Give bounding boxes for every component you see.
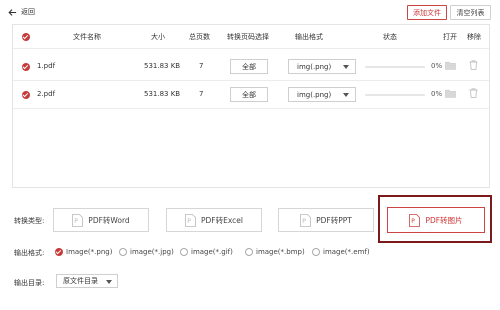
progress-bar bbox=[365, 66, 425, 68]
output-format-label: 输出格式: bbox=[14, 249, 45, 257]
folder-icon[interactable] bbox=[445, 89, 456, 98]
pdf-to-image-button[interactable]: P PDF转图片 bbox=[387, 207, 485, 233]
format-radio-jpg[interactable]: image(*.jpg) bbox=[119, 248, 174, 256]
row-checkbox[interactable] bbox=[22, 91, 30, 99]
chevron-down-icon bbox=[106, 280, 112, 284]
folder-icon[interactable] bbox=[445, 61, 456, 70]
format-radio-bmp[interactable]: image(*.bmp) bbox=[245, 248, 305, 256]
format-value: img(.png) bbox=[297, 90, 332, 99]
svg-text:P: P bbox=[74, 218, 78, 225]
col-remove: 移除 bbox=[467, 33, 481, 41]
select-all-checkbox[interactable] bbox=[22, 33, 30, 41]
pdf-file-icon: P bbox=[185, 213, 196, 227]
output-dir-label: 输出目录: bbox=[14, 279, 45, 287]
table-row: 2.pdf 531.83 KB 7 全部 img(.png) 0% bbox=[13, 81, 489, 109]
col-output-format: 输出格式 bbox=[295, 33, 323, 41]
page-count: 7 bbox=[199, 90, 204, 98]
format-option-label: image(*.emf) bbox=[323, 248, 370, 256]
file-table: 文件名称 大小 总页数 转换页码选择 输出格式 状态 打开 移除 1.pdf 5… bbox=[12, 24, 490, 188]
format-option-label: image(*.jpg) bbox=[130, 248, 174, 256]
trash-icon[interactable] bbox=[469, 60, 478, 70]
pdf-to-excel-label: PDF转Excel bbox=[201, 215, 243, 225]
svg-text:P: P bbox=[302, 218, 306, 225]
conversion-type-label: 转换类型: bbox=[14, 217, 45, 225]
col-status: 状态 bbox=[383, 33, 397, 41]
radio-unchecked-icon bbox=[119, 248, 127, 256]
format-option-label: Image(*.png) bbox=[66, 248, 113, 256]
pdf-to-word-button[interactable]: P PDF转Word bbox=[53, 208, 149, 232]
row-checkbox[interactable] bbox=[22, 63, 30, 71]
file-size: 531.83 KB bbox=[144, 90, 181, 98]
col-open: 打开 bbox=[443, 33, 457, 41]
page-count: 7 bbox=[199, 62, 204, 70]
col-pages: 总页数 bbox=[189, 33, 210, 41]
svg-text:P: P bbox=[412, 218, 416, 225]
output-dir-value: 原文件目录 bbox=[63, 277, 98, 285]
file-size: 531.83 KB bbox=[144, 62, 181, 70]
pdf-file-icon: P bbox=[72, 213, 84, 227]
pdf-to-excel-button[interactable]: P PDF转Excel bbox=[166, 208, 262, 232]
pdf-to-ppt-button[interactable]: P PDF转PPT bbox=[278, 208, 374, 232]
pdf-to-image-label: PDF转图片 bbox=[425, 215, 463, 225]
back-button[interactable]: 返回 bbox=[8, 6, 35, 18]
trash-icon[interactable] bbox=[469, 88, 478, 98]
radio-unchecked-icon bbox=[312, 248, 320, 256]
page-select-button[interactable]: 全部 bbox=[230, 87, 268, 102]
progress-bar bbox=[365, 94, 425, 96]
table-header: 文件名称 大小 总页数 转换页码选择 输出格式 状态 打开 移除 bbox=[13, 25, 489, 49]
chevron-down-icon bbox=[343, 65, 349, 69]
format-option-label: image(*.gif) bbox=[191, 248, 233, 256]
output-dir-select[interactable]: 原文件目录 bbox=[56, 274, 118, 288]
pdf-to-ppt-label: PDF转PPT bbox=[316, 215, 352, 225]
format-radio-gif[interactable]: image(*.gif) bbox=[180, 248, 233, 256]
svg-text:P: P bbox=[187, 218, 191, 225]
format-value: img(.png) bbox=[297, 62, 332, 71]
format-option-label: image(*.bmp) bbox=[256, 248, 305, 256]
format-select[interactable]: img(.png) bbox=[288, 59, 356, 74]
arrow-left-icon bbox=[8, 8, 17, 16]
col-page-select: 转换页码选择 bbox=[227, 33, 269, 41]
status-percent: 0% bbox=[431, 90, 443, 98]
pdf-file-icon: P bbox=[300, 213, 312, 227]
pdf-to-word-label: PDF转Word bbox=[88, 215, 130, 225]
radio-checked-icon bbox=[55, 248, 63, 256]
add-file-button[interactable]: 添加文件 bbox=[407, 5, 447, 20]
radio-unchecked-icon bbox=[245, 248, 253, 256]
status-percent: 0% bbox=[431, 62, 443, 70]
format-radio-png[interactable]: Image(*.png) bbox=[55, 248, 112, 256]
col-size: 大小 bbox=[151, 33, 165, 41]
format-select[interactable]: img(.png) bbox=[288, 87, 356, 102]
radio-unchecked-icon bbox=[180, 248, 188, 256]
table-row: 1.pdf 531.83 KB 7 全部 img(.png) 0% bbox=[13, 53, 489, 81]
page-select-button[interactable]: 全部 bbox=[230, 59, 268, 74]
format-radio-emf[interactable]: image(*.emf) bbox=[312, 248, 370, 256]
clear-list-button[interactable]: 清空列表 bbox=[450, 5, 491, 20]
chevron-down-icon bbox=[343, 93, 349, 97]
back-label: 返回 bbox=[21, 8, 35, 16]
file-name: 1.pdf bbox=[37, 62, 56, 70]
file-name: 2.pdf bbox=[37, 90, 56, 98]
pdf-file-icon: P bbox=[409, 213, 421, 227]
col-file-name: 文件名称 bbox=[73, 33, 101, 41]
